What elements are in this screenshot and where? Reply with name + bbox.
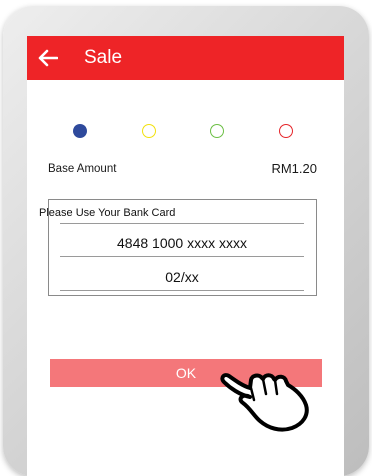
step-indicator-3	[210, 124, 224, 138]
tap-hand-icon	[220, 373, 309, 432]
step-indicator-2	[142, 124, 156, 138]
page-title: Sale	[84, 47, 123, 68]
step-indicator-1	[73, 124, 87, 138]
back-arrow-icon[interactable]	[38, 49, 58, 67]
card-number-field[interactable]: 4848 1000 xxxx xxxx	[60, 235, 304, 251]
amount-row: Base Amount RM1.20	[48, 161, 317, 177]
step-indicator-4	[279, 124, 293, 138]
base-amount-value: RM1.20	[271, 161, 317, 176]
divider	[60, 256, 304, 257]
app-bar: Sale	[27, 36, 344, 80]
divider	[60, 223, 304, 224]
base-amount-label: Base Amount	[48, 163, 117, 175]
card-expiry-field[interactable]: 02/xx	[60, 269, 304, 285]
divider	[60, 290, 304, 291]
card-prompt: Please Use Your Bank Card	[39, 207, 176, 219]
